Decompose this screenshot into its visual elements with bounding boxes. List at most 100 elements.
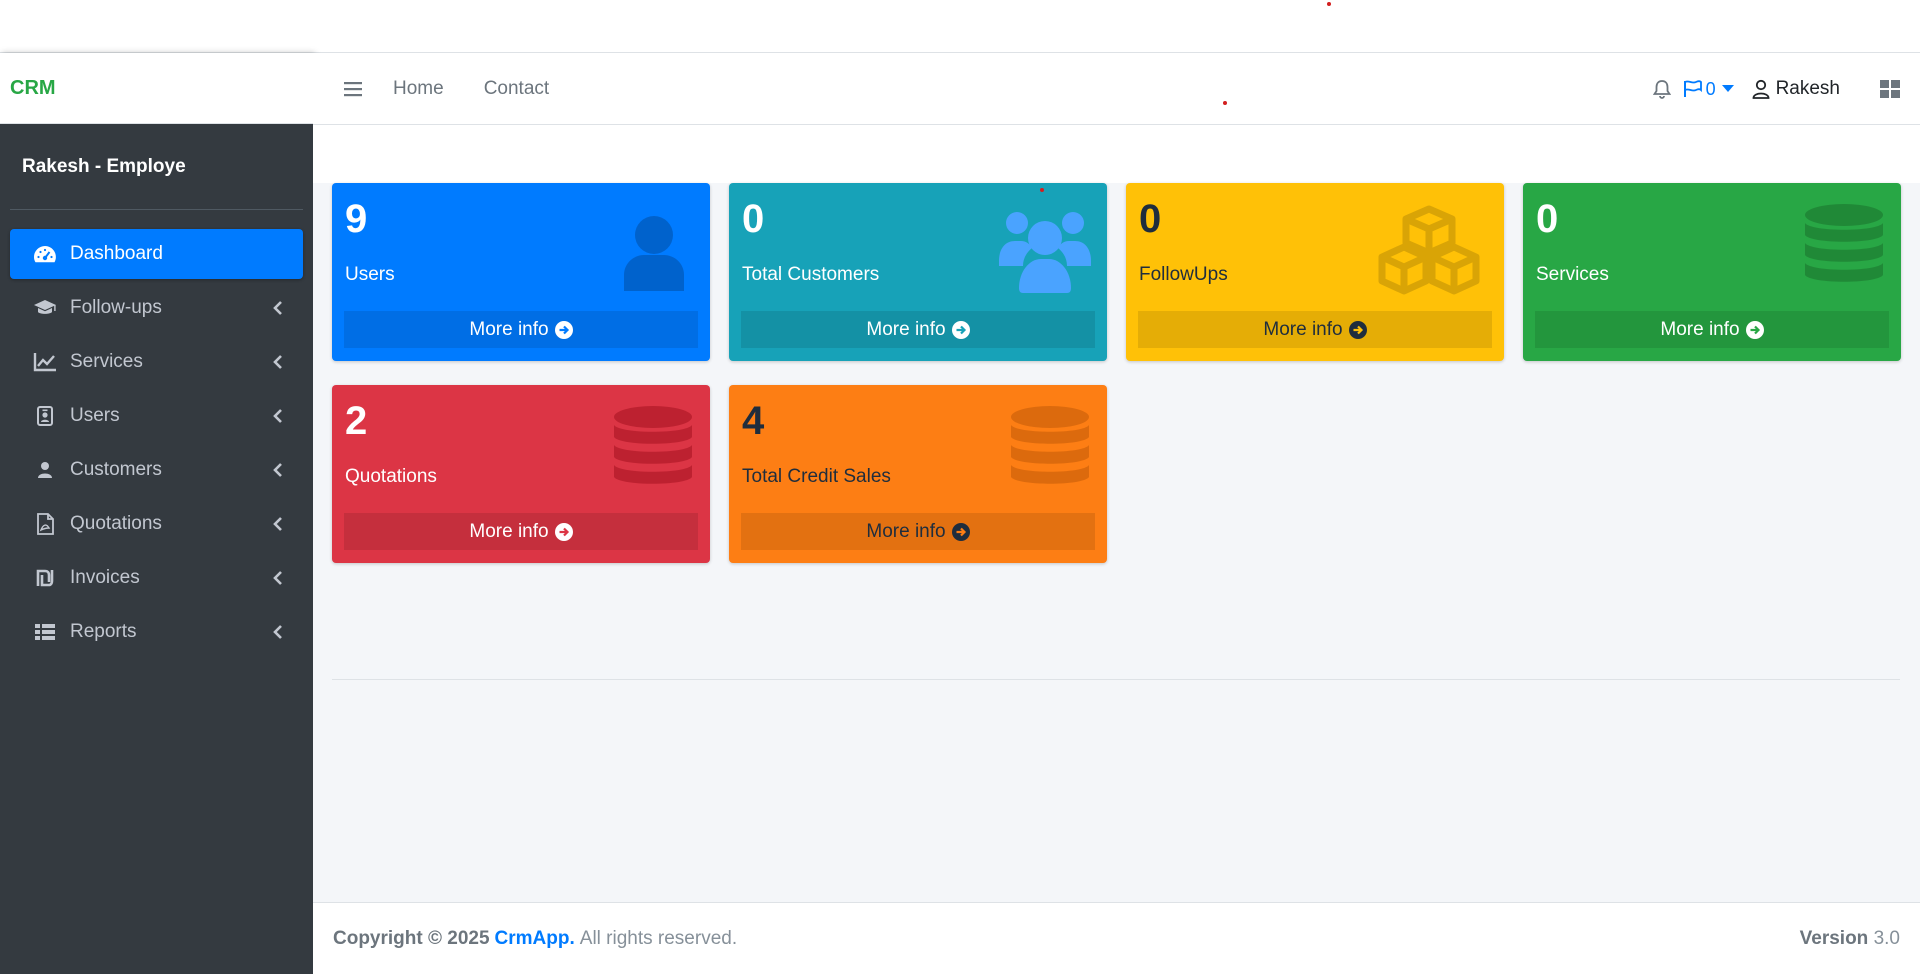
table-list-icon [32, 621, 58, 643]
more-info-link[interactable]: More info [1535, 311, 1889, 348]
sidebar-item-label: Reports [70, 621, 137, 642]
arrow-circle-right-icon [554, 320, 573, 339]
id-badge-icon [32, 405, 58, 427]
box-label: Quotations [345, 466, 437, 487]
cubes-icon [1374, 203, 1484, 295]
user-icon [1752, 79, 1770, 99]
database-icon [1803, 203, 1885, 295]
sidebar-item-reports[interactable]: Reports [10, 607, 303, 657]
user-panel[interactable]: Rakesh - Employe [10, 124, 303, 210]
marker-dot [1040, 188, 1044, 192]
box-value: 0 [742, 197, 765, 241]
rights-text: All rights reserved. [579, 927, 738, 949]
more-info-label: More info [469, 520, 549, 542]
sidebar-item-invoices[interactable]: Invoices [10, 553, 303, 603]
sidebar-item-label: Users [70, 405, 120, 426]
flag-dropdown[interactable]: 0 [1683, 79, 1734, 100]
copyright-text: Copyright © 2025 [333, 927, 490, 949]
version-label: Version [1799, 927, 1869, 949]
chart-line-icon [32, 351, 58, 373]
sidebar-item-dashboard[interactable]: Dashboard [10, 229, 303, 279]
box-value: 0 [1536, 197, 1559, 241]
box-label: Users [345, 264, 395, 285]
navbar-right: 0 Rakesh [1652, 53, 1920, 125]
caret-down-icon [1721, 85, 1734, 93]
box-value: 0 [1139, 197, 1162, 241]
small-box-total-credit-sales: 4 Total Credit Sales More info [729, 385, 1107, 563]
marker-dot [1327, 2, 1331, 6]
graduation-cap-icon [32, 297, 58, 319]
sidebar-item-label: Quotations [70, 513, 162, 534]
apps-grid-button[interactable] [1880, 80, 1900, 98]
sidebar-item-label: Follow-ups [70, 297, 162, 318]
sidebar-item-label: Invoices [70, 567, 140, 588]
users-icon [995, 205, 1095, 297]
sidebar-item-services[interactable]: Services [10, 337, 303, 387]
arrow-circle-right-icon [951, 320, 970, 339]
sidebar-item-quotations[interactable]: Quotations [10, 499, 303, 549]
sidebar-item-label: Dashboard [70, 243, 163, 264]
dashboard-icon [32, 243, 58, 265]
more-info-label: More info [866, 520, 946, 542]
box-label: Total Credit Sales [742, 466, 891, 487]
content-divider [332, 679, 1900, 680]
bell-icon [1652, 79, 1671, 99]
notifications-button[interactable] [1652, 79, 1671, 99]
arrow-circle-right-icon [1348, 320, 1367, 339]
more-info-label: More info [866, 318, 946, 340]
brand-link[interactable]: CRM [0, 53, 313, 124]
sidebar-item-follow-ups[interactable]: Follow-ups [10, 283, 303, 333]
small-box-users: 9 Users More info [332, 183, 710, 361]
database-icon [1009, 405, 1091, 497]
arrow-circle-right-icon [951, 522, 970, 541]
chevron-left-icon [271, 625, 285, 639]
user-icon [32, 459, 58, 481]
flag-icon [1683, 80, 1703, 98]
nav-link-contact[interactable]: Contact [484, 78, 549, 100]
top-strip [0, 0, 1920, 53]
user-menu-button[interactable]: Rakesh [1752, 78, 1840, 100]
more-info-link[interactable]: More info [344, 311, 698, 348]
page-footer: Copyright © 2025 CrmApp. All rights rese… [313, 902, 1920, 974]
nav-link-home[interactable]: Home [393, 78, 444, 100]
more-info-label: More info [469, 318, 549, 340]
file-pdf-icon [32, 513, 58, 535]
user-icon [604, 203, 696, 295]
box-label: FollowUps [1139, 264, 1228, 285]
box-label: Total Customers [742, 264, 880, 285]
box-value: 4 [742, 399, 765, 443]
chevron-left-icon [271, 517, 285, 531]
arrow-circle-right-icon [1745, 320, 1764, 339]
top-navbar: Home Contact 0 Rakesh [313, 53, 1920, 125]
sidebar-item-label: Services [70, 351, 143, 372]
chevron-left-icon [271, 301, 285, 315]
sidebar-item-users[interactable]: Users [10, 391, 303, 441]
box-label: Services [1536, 264, 1609, 285]
more-info-label: More info [1263, 318, 1343, 340]
footer-brand-link[interactable]: CrmApp. [495, 928, 575, 950]
sidebar-user-name: Rakesh - Employe [22, 155, 186, 177]
app: CRM Rakesh - Employe Dashboard Follow-up… [0, 53, 1920, 974]
chevron-left-icon [271, 571, 285, 585]
arrow-circle-right-icon [554, 522, 573, 541]
chevron-left-icon [271, 355, 285, 369]
sidebar-nav: Dashboard Follow-ups Services Users Cust… [0, 210, 313, 657]
more-info-link[interactable]: More info [741, 513, 1095, 550]
box-value: 9 [345, 197, 368, 241]
shekel-icon [32, 567, 58, 589]
small-box-services: 0 Services More info [1523, 183, 1901, 361]
brand-text: CRM [10, 76, 56, 99]
header-user-name: Rakesh [1775, 78, 1840, 99]
sidebar-item-label: Customers [70, 459, 162, 480]
more-info-link[interactable]: More info [741, 311, 1095, 348]
hamburger-menu-icon[interactable] [343, 79, 363, 99]
chevron-left-icon [271, 463, 285, 477]
more-info-link[interactable]: More info [1138, 311, 1492, 348]
sidebar: CRM Rakesh - Employe Dashboard Follow-up… [0, 53, 313, 974]
sidebar-item-customers[interactable]: Customers [10, 445, 303, 495]
more-info-label: More info [1660, 318, 1740, 340]
box-value: 2 [345, 399, 368, 443]
small-box-total-customers: 0 Total Customers More info [729, 183, 1107, 361]
flag-count: 0 [1705, 78, 1716, 99]
more-info-link[interactable]: More info [344, 513, 698, 550]
